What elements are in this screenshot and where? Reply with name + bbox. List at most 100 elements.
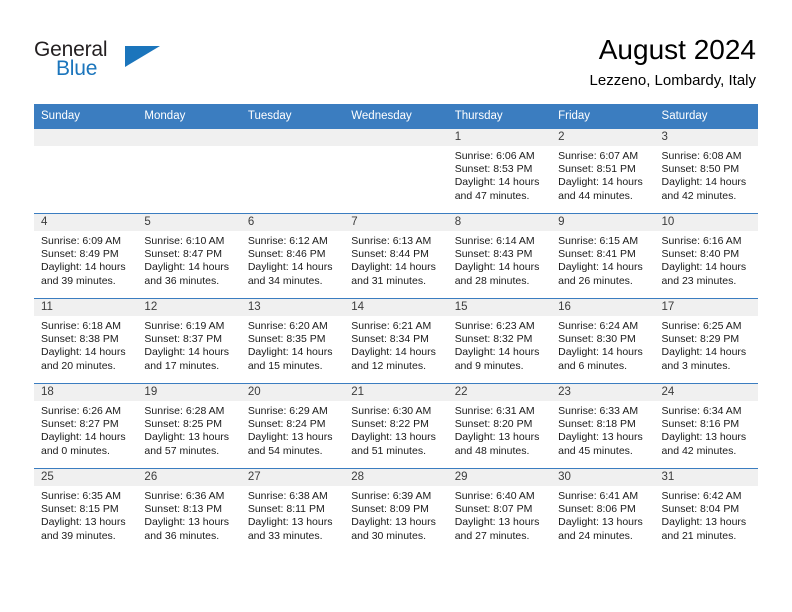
daylight-text-line1: Daylight: 14 hours xyxy=(661,261,747,274)
calendar-cell-empty xyxy=(34,128,138,214)
calendar-cell-inner: 28 Sunrise: 6:39 AM Sunset: 8:09 PM Dayligh… xyxy=(344,469,448,553)
daylight-text-line1: Daylight: 14 hours xyxy=(41,431,126,444)
daylight-text-line1: Daylight: 14 hours xyxy=(351,346,436,359)
calendar-cell[interactable]: 12 Sunrise: 6:19 AM Sunset: 8:37 PM Dayligh… xyxy=(137,298,241,384)
calendar-cell-empty xyxy=(240,128,345,214)
calendar-cell-inner xyxy=(240,129,345,213)
day-number: 12 xyxy=(137,299,241,316)
day-details xyxy=(344,146,447,150)
sunrise-text: Sunrise: 6:07 AM xyxy=(558,150,639,162)
calendar-cell[interactable]: 17 Sunrise: 6:25 AM Sunset: 8:29 PM Dayligh… xyxy=(654,298,758,384)
day-details: Sunrise: 6:07 AM Sunset: 8:51 PM Daylight:… xyxy=(551,146,654,203)
calendar-cell[interactable]: 22 Sunrise: 6:31 AM Sunset: 8:20 PM Dayligh… xyxy=(447,383,552,469)
calendar-cell-inner: 16 Sunrise: 6:24 AM Sunset: 8:30 PM Dayligh… xyxy=(551,299,655,383)
calendar-cell[interactable]: 30 Sunrise: 6:41 AM Sunset: 8:06 PM Dayligh… xyxy=(551,468,655,553)
daylight-text-line1: Daylight: 14 hours xyxy=(41,346,126,359)
daylight-text-line1: Daylight: 13 hours xyxy=(247,516,333,529)
sunset-text: Sunset: 8:37 PM xyxy=(144,333,223,346)
calendar-cell[interactable]: 19 Sunrise: 6:28 AM Sunset: 8:25 PM Dayligh… xyxy=(137,383,241,469)
calendar-header-row: Sunday Monday Tuesday Wednesday Thursday… xyxy=(34,104,758,129)
sunset-text: Sunset: 8:11 PM xyxy=(247,503,325,516)
calendar-cell[interactable]: 20 Sunrise: 6:29 AM Sunset: 8:24 PM Dayligh… xyxy=(240,383,345,469)
calendar-cell[interactable]: 23 Sunrise: 6:33 AM Sunset: 8:18 PM Dayligh… xyxy=(551,383,655,469)
sunrise-text: Sunrise: 6:06 AM xyxy=(454,150,535,162)
sunset-text: Sunset: 8:07 PM xyxy=(454,503,533,516)
calendar-cell[interactable]: 18 Sunrise: 6:26 AM Sunset: 8:27 PM Dayligh… xyxy=(34,383,138,469)
daylight-text-line1: Daylight: 13 hours xyxy=(144,516,230,529)
calendar-cell[interactable]: 31 Sunrise: 6:42 AM Sunset: 8:04 PM Dayligh… xyxy=(654,468,758,553)
sunset-text: Sunset: 8:41 PM xyxy=(558,248,636,261)
sunrise-text: Sunrise: 6:26 AM xyxy=(41,405,121,417)
calendar-cell[interactable]: 1 Sunrise: 6:06 AM Sunset: 8:53 PM Daylight… xyxy=(447,128,552,214)
calendar-cell[interactable]: 6 Sunrise: 6:12 AM Sunset: 8:46 PM Daylight… xyxy=(240,213,345,299)
daylight-text-line1: Daylight: 13 hours xyxy=(558,516,643,529)
daylight-text-line1: Daylight: 14 hours xyxy=(144,346,230,359)
daylight-text-line1: Daylight: 13 hours xyxy=(661,431,747,444)
calendar-cell-inner: 24 Sunrise: 6:34 AM Sunset: 8:16 PM Dayligh… xyxy=(654,384,758,468)
calendar-cell[interactable]: 29 Sunrise: 6:40 AM Sunset: 8:07 PM Dayligh… xyxy=(447,468,552,553)
calendar-cell-inner: 20 Sunrise: 6:29 AM Sunset: 8:24 PM Dayligh… xyxy=(240,384,345,468)
calendar-cell[interactable]: 5 Sunrise: 6:10 AM Sunset: 8:47 PM Daylight… xyxy=(137,213,241,299)
calendar-cell[interactable]: 15 Sunrise: 6:23 AM Sunset: 8:32 PM Dayligh… xyxy=(447,298,552,384)
sunrise-text: Sunrise: 6:40 AM xyxy=(454,490,535,502)
weekday-header-tuesday: Tuesday xyxy=(240,104,345,129)
day-number: 1 xyxy=(447,129,552,146)
page-header: General Blue August 2024 Lezzeno, Lombar… xyxy=(0,0,792,100)
daylight-text-line2: and 47 minutes. xyxy=(454,189,530,202)
daylight-text-line1: Daylight: 14 hours xyxy=(558,346,643,359)
calendar-cell-inner: 17 Sunrise: 6:25 AM Sunset: 8:29 PM Dayligh… xyxy=(654,299,758,383)
calendar-cell[interactable]: 8 Sunrise: 6:14 AM Sunset: 8:43 PM Daylight… xyxy=(447,213,552,299)
sunset-text: Sunset: 8:43 PM xyxy=(454,248,533,261)
sunset-text: Sunset: 8:38 PM xyxy=(41,333,119,346)
day-number xyxy=(240,129,345,146)
calendar-cell[interactable]: 3 Sunrise: 6:08 AM Sunset: 8:50 PM Daylight… xyxy=(654,128,758,214)
calendar-week-row: 1 Sunrise: 6:06 AM Sunset: 8:53 PM Daylight… xyxy=(34,128,758,214)
daylight-text-line1: Daylight: 14 hours xyxy=(144,261,230,274)
day-details: Sunrise: 6:16 AM Sunset: 8:40 PM Daylight:… xyxy=(655,231,758,288)
sunset-text: Sunset: 8:40 PM xyxy=(661,248,740,261)
sunset-text: Sunset: 8:35 PM xyxy=(247,333,326,346)
calendar-cell[interactable]: 27 Sunrise: 6:38 AM Sunset: 8:11 PM Dayligh… xyxy=(240,468,345,553)
day-number: 8 xyxy=(447,214,552,231)
calendar-cell[interactable]: 11 Sunrise: 6:18 AM Sunset: 8:38 PM Dayligh… xyxy=(34,298,138,384)
calendar-cell[interactable]: 4 Sunrise: 6:09 AM Sunset: 8:49 PM Daylight… xyxy=(34,213,138,299)
calendar-cell-inner: 9 Sunrise: 6:15 AM Sunset: 8:41 PM Daylight… xyxy=(551,214,655,298)
day-number: 2 xyxy=(551,129,655,146)
day-number: 10 xyxy=(654,214,758,231)
calendar-week-row: 11 Sunrise: 6:18 AM Sunset: 8:38 PM Dayligh… xyxy=(34,298,758,384)
calendar-cell-inner: 13 Sunrise: 6:20 AM Sunset: 8:35 PM Dayligh… xyxy=(240,299,345,383)
calendar-cell[interactable]: 13 Sunrise: 6:20 AM Sunset: 8:35 PM Dayligh… xyxy=(240,298,345,384)
day-number: 28 xyxy=(344,469,448,486)
calendar-cell[interactable]: 26 Sunrise: 6:36 AM Sunset: 8:13 PM Dayligh… xyxy=(137,468,241,553)
day-details: Sunrise: 6:20 AM Sunset: 8:35 PM Daylight:… xyxy=(241,316,344,373)
daylight-text-line2: and 51 minutes. xyxy=(351,444,426,457)
calendar-cell[interactable]: 16 Sunrise: 6:24 AM Sunset: 8:30 PM Dayligh… xyxy=(551,298,655,384)
weekday-header-sunday: Sunday xyxy=(34,104,138,129)
day-details: Sunrise: 6:29 AM Sunset: 8:24 PM Daylight:… xyxy=(241,401,344,458)
brand-logo[interactable]: General Blue xyxy=(34,38,234,88)
daylight-text-line2: and 42 minutes. xyxy=(661,444,737,457)
daylight-text-line2: and 31 minutes. xyxy=(351,274,426,287)
calendar-cell[interactable]: 7 Sunrise: 6:13 AM Sunset: 8:44 PM Daylight… xyxy=(344,213,448,299)
daylight-text-line1: Daylight: 13 hours xyxy=(661,516,747,529)
sunset-text: Sunset: 8:46 PM xyxy=(247,248,326,261)
calendar-cell-inner: 29 Sunrise: 6:40 AM Sunset: 8:07 PM Dayligh… xyxy=(447,469,552,553)
daylight-text-line2: and 42 minutes. xyxy=(661,189,737,202)
day-number: 11 xyxy=(34,299,138,316)
calendar-cell[interactable]: 25 Sunrise: 6:35 AM Sunset: 8:15 PM Dayligh… xyxy=(34,468,138,553)
calendar-cell[interactable]: 2 Sunrise: 6:07 AM Sunset: 8:51 PM Daylight… xyxy=(551,128,655,214)
sunset-text: Sunset: 8:51 PM xyxy=(558,163,636,176)
calendar-cell[interactable]: 10 Sunrise: 6:16 AM Sunset: 8:40 PM Dayligh… xyxy=(654,213,758,299)
calendar-cell[interactable]: 9 Sunrise: 6:15 AM Sunset: 8:41 PM Daylight… xyxy=(551,213,655,299)
daylight-text-line2: and 30 minutes. xyxy=(351,529,426,542)
sunset-text: Sunset: 8:32 PM xyxy=(454,333,533,346)
calendar-cell[interactable]: 14 Sunrise: 6:21 AM Sunset: 8:34 PM Dayligh… xyxy=(344,298,448,384)
calendar-cell[interactable]: 24 Sunrise: 6:34 AM Sunset: 8:16 PM Dayligh… xyxy=(654,383,758,469)
sunrise-text: Sunrise: 6:39 AM xyxy=(351,490,432,502)
daylight-text-line1: Daylight: 14 hours xyxy=(661,176,747,189)
sunrise-text: Sunrise: 6:25 AM xyxy=(661,320,742,332)
page-title: August 2024 xyxy=(598,34,756,65)
sunset-text: Sunset: 8:04 PM xyxy=(661,503,740,516)
calendar-cell[interactable]: 28 Sunrise: 6:39 AM Sunset: 8:09 PM Dayligh… xyxy=(344,468,448,553)
calendar-cell[interactable]: 21 Sunrise: 6:30 AM Sunset: 8:22 PM Dayligh… xyxy=(344,383,448,469)
